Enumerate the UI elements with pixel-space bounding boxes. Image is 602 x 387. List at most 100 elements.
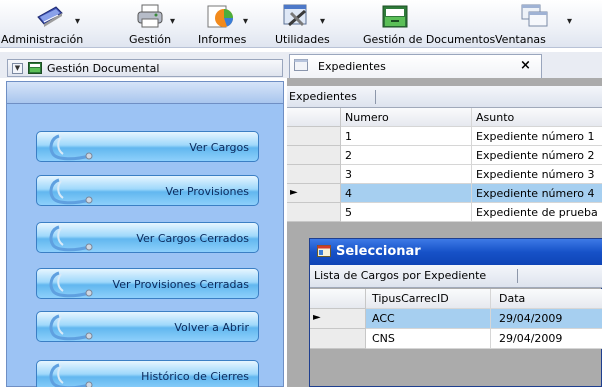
- historico-de-cierres-button[interactable]: Histórico de Cierres: [36, 360, 259, 387]
- separator: [375, 90, 376, 104]
- nav-button-label: Ver Cargos: [189, 141, 249, 154]
- windows-icon: [521, 4, 548, 27]
- table-row-selected[interactable]: ► ACC 29/04/2009: [310, 309, 602, 329]
- chevron-down-icon: ▾: [75, 16, 81, 27]
- row-selector[interactable]: [310, 329, 366, 349]
- stethoscope-icon: [49, 363, 93, 387]
- cell-asunto[interactable]: Expediente número 1: [472, 127, 602, 146]
- cell-numero[interactable]: 3: [341, 165, 472, 184]
- table-row[interactable]: 1 Expediente número 1: [287, 127, 602, 146]
- main-toolbar: ▾ Administración ▾ Gestión ▾ Informes ▾ …: [0, 0, 602, 48]
- toolbar-gestion[interactable]: ▾ Gestión: [118, 0, 176, 48]
- volver-a-abrir-button[interactable]: Volver a Abrir: [36, 311, 259, 342]
- toolbar-informes[interactable]: ▾ Informes: [193, 0, 263, 48]
- window-icon: [294, 59, 308, 71]
- cell-asunto[interactable]: Expediente número 3: [472, 165, 602, 184]
- dialog-toolbar: Lista de Cargos por Expediente: [310, 265, 602, 288]
- toolbar-label: Gestión de Documentos: [363, 33, 496, 46]
- cell-numero[interactable]: 2: [341, 146, 472, 165]
- table-row-selected[interactable]: ► 4 Expediente número 4: [287, 184, 602, 203]
- cell-data[interactable]: 29/04/2009: [491, 329, 602, 349]
- toolbar-ventanas[interactable]: ▾ Ventanas: [488, 0, 602, 48]
- ver-cargos-cerrados-button[interactable]: Ver Cargos Cerrados: [36, 222, 259, 253]
- grid-header-row: Numero Asunto: [287, 108, 602, 127]
- row-selector[interactable]: [287, 127, 341, 146]
- row-header-corner: [287, 108, 341, 127]
- ver-provisiones-button[interactable]: Ver Provisiones: [36, 175, 259, 206]
- stethoscope-icon: [49, 271, 93, 298]
- chevron-down-icon: ▾: [567, 16, 573, 27]
- nav-button-label: Ver Provisiones Cerradas: [112, 278, 249, 291]
- grid-header-row: TipusCarrecID Data: [310, 289, 602, 309]
- toolbar-label: Gestión: [129, 33, 172, 46]
- chevron-down-icon: ▾: [243, 16, 249, 27]
- dropdown-arrow-icon[interactable]: ▼: [12, 63, 23, 74]
- ver-cargos-button[interactable]: Ver Cargos: [36, 131, 259, 162]
- stethoscope-icon: [49, 225, 93, 252]
- tab-expedientes[interactable]: Expedientes ×: [289, 54, 542, 78]
- row-pointer-icon: ►: [290, 187, 298, 198]
- cell-data[interactable]: 29/04/2009: [491, 309, 602, 329]
- close-icon[interactable]: ×: [520, 58, 531, 73]
- chevron-down-icon: ▾: [170, 16, 176, 27]
- row-header-corner: [310, 289, 366, 309]
- cell-asunto[interactable]: Expediente número 4: [472, 184, 602, 203]
- navigation-panel: Ver Cargos Ver Provisiones Ver Cargos Ce…: [6, 81, 284, 387]
- cell-numero[interactable]: 1: [341, 127, 472, 146]
- panel-header: Expedientes: [287, 86, 602, 108]
- dialog-toolbar-label: Lista de Cargos por Expediente: [314, 269, 487, 282]
- cell-tipus[interactable]: CNS: [366, 329, 491, 349]
- nav-button-label: Ver Provisiones: [165, 185, 249, 198]
- row-selector[interactable]: [287, 165, 341, 184]
- folder-icon: [28, 62, 42, 74]
- toolbar-label: Informes: [198, 33, 247, 46]
- toolbar-label: Administración: [1, 33, 84, 46]
- tab-gestion-documental[interactable]: ▼ Gestión Documental: [7, 59, 283, 77]
- toolbar-utilidades[interactable]: ▾ Utilidades: [263, 0, 343, 48]
- separator: [517, 269, 518, 283]
- window-icon: [317, 245, 331, 257]
- table-row[interactable]: 2 Expediente número 2: [287, 146, 602, 165]
- stethoscope-icon: [49, 134, 93, 161]
- row-selector[interactable]: ►: [287, 184, 341, 203]
- panel-header: [7, 82, 283, 104]
- stethoscope-icon: [49, 314, 93, 341]
- toolbar-gestion-documentos[interactable]: Gestión de Documentos: [343, 0, 495, 48]
- row-selector[interactable]: [287, 146, 341, 165]
- printer-icon: [137, 4, 163, 28]
- panel-title: Expedientes: [289, 90, 357, 103]
- notebook-icon: [37, 6, 63, 27]
- toolbar-administracion[interactable]: ▾ Administración: [0, 0, 110, 48]
- table-row[interactable]: 5 Expediente de prueba: [287, 203, 602, 222]
- ver-provisiones-cerradas-button[interactable]: Ver Provisiones Cerradas: [36, 268, 259, 299]
- seleccionar-dialog: Seleccionar Lista de Cargos por Expedien…: [309, 238, 602, 387]
- cell-asunto[interactable]: Expediente número 2: [472, 146, 602, 165]
- chart-icon: [207, 5, 234, 28]
- nav-button-label: Volver a Abrir: [174, 321, 249, 334]
- nav-button-label: Ver Cargos Cerrados: [136, 232, 249, 245]
- column-header-asunto[interactable]: Asunto: [472, 108, 602, 127]
- column-header-data[interactable]: Data: [491, 289, 602, 309]
- dialog-title: Seleccionar: [336, 244, 421, 259]
- column-header-tipuscarrecid[interactable]: TipusCarrecID: [366, 289, 491, 309]
- tools-icon: [283, 4, 307, 27]
- cell-asunto[interactable]: Expediente de prueba: [472, 203, 602, 222]
- tab-label: Gestión Documental: [47, 62, 160, 75]
- table-row[interactable]: CNS 29/04/2009: [310, 329, 602, 349]
- column-header-numero[interactable]: Numero: [341, 108, 472, 127]
- stethoscope-icon: [49, 178, 93, 205]
- chevron-down-icon: ▾: [320, 16, 326, 27]
- cell-tipus[interactable]: ACC: [366, 309, 491, 329]
- dialog-title-bar[interactable]: Seleccionar: [310, 239, 602, 265]
- cell-numero[interactable]: 4: [341, 184, 472, 203]
- tab-label: Expedientes: [318, 60, 386, 73]
- toolbar-label: Ventanas: [495, 33, 546, 46]
- nav-button-label: Histórico de Cierres: [141, 370, 249, 383]
- row-selector[interactable]: ►: [310, 309, 366, 329]
- row-pointer-icon: ►: [313, 312, 321, 323]
- row-selector[interactable]: [287, 203, 341, 222]
- table-row[interactable]: 3 Expediente número 3: [287, 165, 602, 184]
- cell-numero[interactable]: 5: [341, 203, 472, 222]
- toolbar-label: Utilidades: [275, 33, 330, 46]
- folder-icon: [382, 5, 408, 28]
